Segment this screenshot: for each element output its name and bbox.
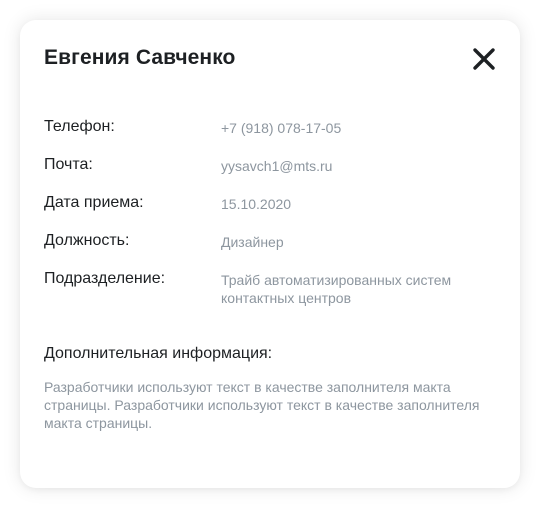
hire-date-value: 15.10.2020	[221, 196, 292, 212]
phone-value: +7 (918) 078-17-05	[221, 120, 342, 136]
additional-info-text: Разработчики используют текст в качестве…	[44, 379, 480, 431]
department-label: Подразделение:	[44, 270, 166, 287]
department-value: Трайб автоматизированных систем контактн…	[221, 272, 452, 306]
position-value: Дизайнер	[221, 234, 284, 250]
email-label: Почта:	[44, 156, 93, 173]
phone-label: Телефон:	[44, 118, 115, 135]
employee-info-dialog: Евгения Савченко Телефон: +7 (918) 078-1…	[20, 20, 520, 488]
close-icon	[473, 48, 495, 70]
dialog-title: Евгения Савченко	[44, 46, 236, 69]
additional-info-heading: Дополнительная информация:	[44, 345, 273, 362]
hire-date-label: Дата приема:	[44, 194, 144, 211]
email-value: yysavch1@mts.ru	[221, 158, 333, 174]
position-label: Должность:	[44, 232, 130, 249]
close-button[interactable]	[471, 46, 497, 72]
